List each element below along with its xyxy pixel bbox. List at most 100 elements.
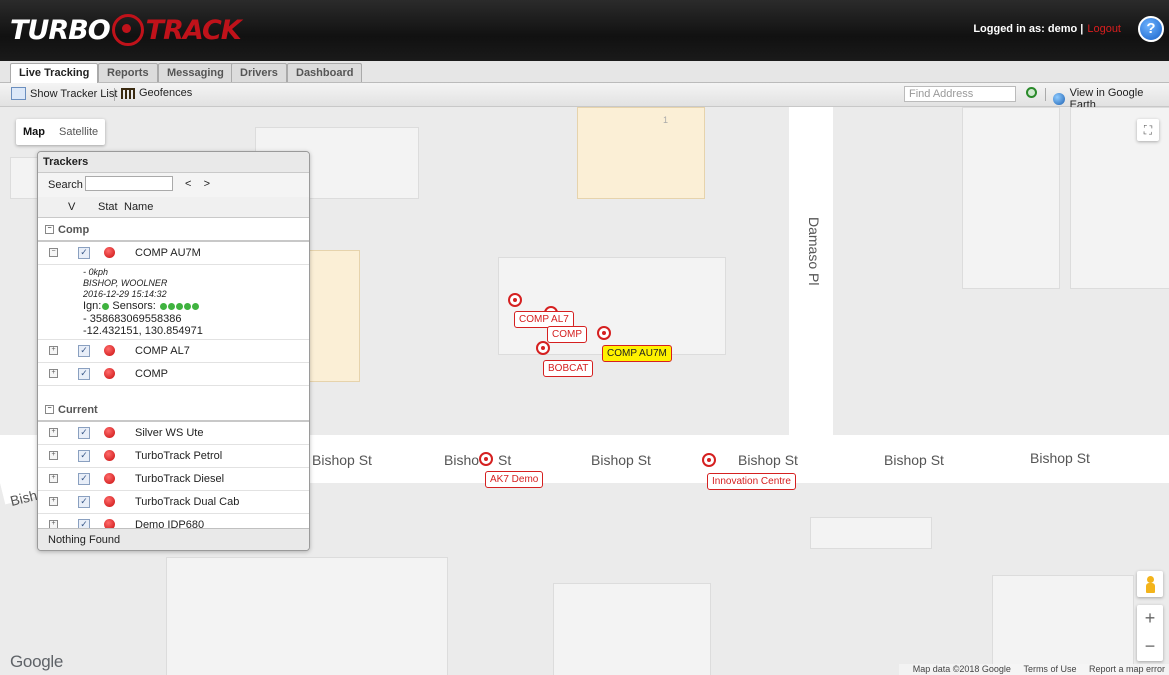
tab-live-tracking[interactable]: Live Tracking — [10, 63, 99, 83]
tracker-name: Demo IDP680 — [135, 519, 205, 528]
visibility-checkbox[interactable]: ✓ — [78, 368, 90, 380]
tracker-row[interactable]: + ✓ COMP — [38, 363, 309, 386]
visibility-checkbox[interactable]: ✓ — [78, 519, 90, 528]
tracker-row[interactable]: − ✓ COMP AU7M — [38, 242, 309, 265]
tracker-name: COMP AU7M — [135, 247, 201, 259]
marker-label-comp-au7m[interactable]: COMP AU7M — [602, 345, 672, 362]
visibility-checkbox[interactable]: ✓ — [78, 427, 90, 439]
visibility-checkbox[interactable]: ✓ — [78, 473, 90, 485]
visibility-checkbox[interactable]: ✓ — [78, 450, 90, 462]
street-label-bishop-st: Bishop St — [884, 452, 944, 468]
tracker-row[interactable]: + ✓ Demo IDP680 — [38, 514, 309, 528]
tracker-list: − Comp − ✓ COMP AU7M - 0kph BISHOP, WOOL… — [38, 218, 309, 528]
tab-reports[interactable]: Reports — [98, 63, 158, 82]
marker-label-ak7-demo[interactable]: AK7 Demo — [485, 471, 544, 488]
expand-icon[interactable]: + — [49, 520, 58, 528]
tracker-ign-sensors: Ign: Sensors: — [83, 300, 199, 312]
tracker-row[interactable]: + ✓ TurboTrack Diesel — [38, 468, 309, 491]
visibility-checkbox[interactable]: ✓ — [78, 247, 90, 259]
tracker-location: BISHOP, WOOLNER — [83, 278, 168, 288]
map-type-satellite-button[interactable]: Satellite — [52, 126, 105, 138]
map-building — [810, 517, 932, 549]
logo-text-turbo: TURBO — [10, 14, 111, 46]
wheel-icon — [111, 14, 144, 46]
logo-text-track: TRACK — [145, 14, 242, 46]
prev-button[interactable]: < — [185, 178, 191, 190]
report-map-error-link[interactable]: Report a map error — [1089, 664, 1165, 674]
status-red-icon — [104, 345, 115, 356]
geofences-button[interactable]: Geofences — [121, 87, 192, 99]
tracker-row[interactable]: + ✓ TurboTrack Dual Cab — [38, 491, 309, 514]
search-icon[interactable] — [1026, 87, 1037, 98]
terms-of-use-link[interactable]: Terms of Use — [1023, 664, 1076, 674]
status-red-icon — [104, 519, 115, 528]
visibility-checkbox[interactable]: ✓ — [78, 496, 90, 508]
tracker-group-comp[interactable]: − Comp — [38, 218, 309, 242]
tracker-marker[interactable] — [508, 293, 522, 307]
zoom-out-button[interactable]: − — [1137, 633, 1163, 661]
tracker-marker[interactable] — [702, 453, 716, 467]
logged-in-text: Logged in as: demo | — [973, 23, 1084, 35]
tab-dashboard[interactable]: Dashboard — [287, 63, 363, 82]
app-header: TURBO TRACK Logged in as: demo | Logout ? — [0, 0, 1169, 61]
map-building — [992, 575, 1134, 675]
tracker-row[interactable]: + ✓ Silver WS Ute — [38, 422, 309, 445]
status-red-icon — [104, 368, 115, 379]
marker-label-comp[interactable]: COMP — [547, 326, 587, 343]
turbotrack-logo[interactable]: TURBO TRACK — [10, 12, 242, 48]
next-button[interactable]: > — [204, 178, 210, 190]
group-label: Current — [58, 404, 98, 416]
tab-drivers[interactable]: Drivers — [231, 63, 287, 82]
trackers-panel-title: Trackers — [38, 152, 309, 173]
tracker-name: TurboTrack Diesel — [135, 473, 225, 485]
tracker-marker[interactable] — [479, 452, 493, 466]
show-tracker-list-button[interactable]: Show Tracker List — [11, 87, 117, 100]
street-label-st: St — [498, 452, 512, 468]
expand-icon[interactable]: + — [49, 346, 58, 355]
marker-label-bobcat[interactable]: BOBCAT — [543, 360, 594, 377]
help-icon[interactable]: ? — [1138, 16, 1164, 42]
fullscreen-icon[interactable]: ⛶ — [1137, 119, 1159, 141]
visibility-checkbox[interactable]: ✓ — [78, 345, 90, 357]
marker-label-innovation-centre[interactable]: Innovation Centre — [707, 473, 796, 490]
tracker-search-bar: Search < > — [38, 173, 309, 197]
tracker-search-input[interactable] — [85, 176, 173, 191]
expand-icon[interactable]: + — [49, 428, 58, 437]
expand-icon[interactable]: + — [49, 474, 58, 483]
map-type-map-button[interactable]: Map — [16, 126, 52, 138]
window-icon — [11, 87, 26, 100]
map-building-highlight — [308, 250, 360, 382]
tracker-row[interactable]: + ✓ COMP AL7 — [38, 340, 309, 363]
sensor-green-icon — [167, 303, 175, 310]
google-logo[interactable]: Google — [10, 652, 63, 672]
collapse-icon[interactable]: − — [45, 405, 54, 414]
column-header-stat[interactable]: Stat — [98, 201, 118, 213]
globe-icon — [1053, 93, 1065, 105]
tracker-group-current[interactable]: − Current — [38, 398, 309, 422]
map-building — [553, 583, 711, 675]
street-label-damaso-pl: Damaso Pl — [806, 217, 822, 286]
sensor-green-icon — [191, 303, 199, 310]
tracker-marker[interactable] — [597, 326, 611, 340]
trackers-panel: Trackers Search < > V Stat Name − Comp −… — [37, 151, 310, 551]
tracker-timestamp: 2016-12-29 15:14:32 — [83, 289, 167, 299]
tab-messaging[interactable]: Messaging — [158, 63, 233, 82]
expand-icon[interactable]: + — [49, 497, 58, 506]
collapse-icon[interactable]: − — [45, 225, 54, 234]
find-address-input[interactable] — [904, 86, 1016, 102]
tracker-marker[interactable] — [536, 341, 550, 355]
expand-icon[interactable]: + — [49, 451, 58, 460]
column-header-v[interactable]: V — [68, 201, 75, 213]
pager: < > — [185, 178, 210, 190]
logout-link[interactable]: Logout — [1087, 23, 1121, 35]
tracker-row[interactable]: + ✓ TurboTrack Petrol — [38, 445, 309, 468]
zoom-in-button[interactable]: + — [1137, 605, 1163, 633]
main-tabs: Live Tracking Reports Messaging Drivers … — [0, 61, 1169, 83]
column-header-name[interactable]: Name — [124, 201, 153, 213]
sensor-green-icon — [183, 303, 191, 310]
map-data-text: Map data ©2018 Google — [912, 664, 1011, 674]
expand-icon[interactable]: + — [49, 369, 58, 378]
collapse-icon[interactable]: − — [49, 248, 58, 257]
tracker-name: TurboTrack Dual Cab — [135, 496, 240, 508]
pegman-icon[interactable] — [1137, 571, 1163, 597]
